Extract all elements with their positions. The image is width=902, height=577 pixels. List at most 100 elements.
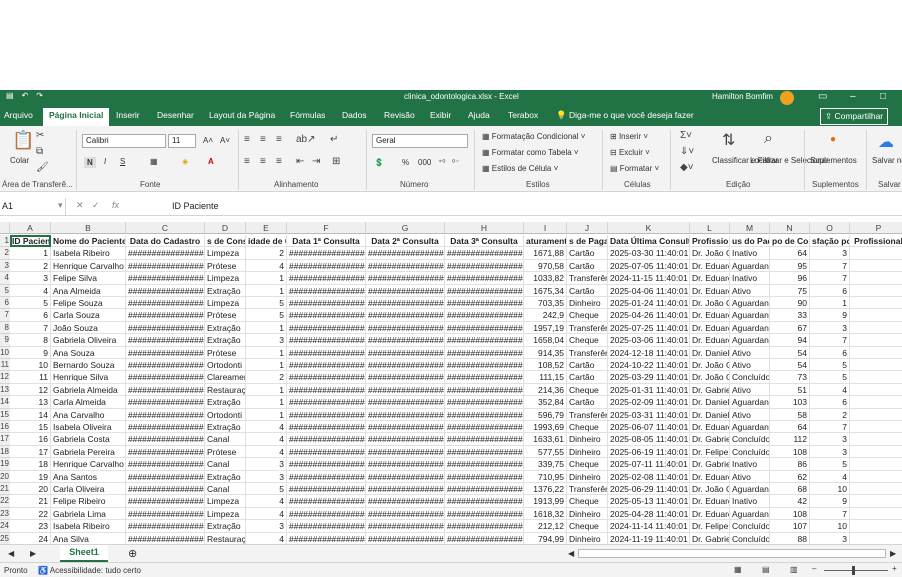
table-cell[interactable]: ################# [126, 396, 205, 409]
table-cell[interactable]: ################# [126, 483, 205, 496]
table-cell[interactable]: 6 [810, 346, 850, 359]
table-cell[interactable]: 112 [770, 433, 810, 446]
table-cell[interactable]: 7 [810, 507, 850, 521]
table-cell[interactable]: Inativo [730, 458, 770, 471]
table-cell[interactable]: Dr. Gabrie [690, 458, 730, 471]
table-cell[interactable]: Dr. Gabrie [690, 433, 730, 446]
column-header-d[interactable]: D [205, 222, 246, 234]
table-cell[interactable]: Ativo [730, 284, 770, 297]
column-header-a[interactable]: A [10, 222, 51, 234]
table-cell[interactable]: Ativo [730, 346, 770, 359]
fill-icon[interactable]: ⇓˅ [680, 146, 694, 157]
table-cell[interactable]: ################# [126, 284, 205, 297]
horizontal-scrollbar[interactable] [578, 549, 886, 558]
table-cell[interactable]: Cartão [567, 284, 608, 297]
italic-icon[interactable]: I [104, 157, 106, 166]
table-cell[interactable]: 1 [246, 272, 287, 285]
table-cell[interactable]: ################# [366, 284, 445, 297]
table-cell[interactable]: ################# [126, 408, 205, 421]
save-icon[interactable]: ▤ [6, 91, 14, 100]
zoom-slider[interactable] [824, 570, 888, 571]
table-cell[interactable]: 2 [246, 247, 287, 260]
row-header[interactable]: 22 [0, 495, 10, 508]
table-cell[interactable]: Ana Souza [51, 346, 126, 359]
table-cell[interactable]: Concluído [730, 445, 770, 459]
wrap-text-icon[interactable]: ↵ [330, 134, 338, 145]
table-cell[interactable]: Aguardan [730, 421, 770, 434]
table-cell[interactable]: 18 [10, 458, 51, 471]
add-sheet-icon[interactable]: ⊕ [128, 547, 137, 560]
table-cell[interactable]: 2025-03-30 11:40:01 [608, 247, 690, 260]
table-cell[interactable]: 64 [770, 421, 810, 434]
table-cell[interactable]: 1675,34 [524, 284, 567, 297]
table-cell[interactable]: 54 [770, 359, 810, 372]
insert-cells-button[interactable]: ⊞ Inserir ˅ [610, 132, 648, 141]
table-cell[interactable]: Limpeza [205, 495, 246, 508]
align-center-icon[interactable]: ≡ [260, 156, 266, 167]
table-cell[interactable]: Aguardan [730, 321, 770, 335]
table-cell[interactable]: ################# [445, 483, 524, 496]
table-cell[interactable]: ################# [366, 309, 445, 322]
avatar[interactable] [780, 91, 794, 105]
table-cell[interactable]: 7 [810, 421, 850, 434]
table-cell[interactable]: Concluído [730, 433, 770, 446]
table-cell[interactable]: 1 [246, 321, 287, 335]
conditional-formatting-button[interactable]: ▦ Formatação Condicional ˅ [482, 132, 585, 141]
table-cell[interactable]: 33 [770, 309, 810, 322]
table-cell[interactable]: 107 [770, 520, 810, 533]
table-cell[interactable]: 16 [10, 433, 51, 446]
table-cell[interactable] [850, 384, 902, 397]
table-cell[interactable] [850, 334, 902, 347]
table-cell[interactable] [850, 520, 902, 533]
table-cell[interactable]: ################# [287, 396, 366, 409]
header-cell[interactable]: idade de Co [246, 235, 287, 248]
table-cell[interactable]: Ortodonti [205, 359, 246, 372]
table-cell[interactable]: Extração [205, 284, 246, 297]
table-cell[interactable]: ################# [366, 359, 445, 372]
table-cell[interactable]: 710,95 [524, 470, 567, 483]
table-cell[interactable]: Aguardan [730, 259, 770, 273]
table-cell[interactable]: 2025-08-05 11:40:01 [608, 433, 690, 446]
table-cell[interactable]: 2025-07-11 11:40:01 [608, 458, 690, 471]
table-cell[interactable]: Felipe Silva [51, 272, 126, 285]
row-header[interactable]: 24 [0, 520, 10, 533]
prev-sheet-icon[interactable]: ◀ [8, 549, 14, 558]
table-cell[interactable]: ################# [366, 495, 445, 508]
table-cell[interactable]: Extração [205, 421, 246, 434]
table-cell[interactable]: Aguardan [730, 396, 770, 409]
table-cell[interactable]: Limpeza [205, 247, 246, 260]
table-cell[interactable]: 11 [10, 371, 51, 384]
table-cell[interactable]: ################# [126, 445, 205, 459]
table-cell[interactable] [850, 446, 902, 459]
table-cell[interactable]: 2025-03-06 11:40:01 [608, 334, 690, 347]
table-cell[interactable]: Extração [205, 396, 246, 409]
table-cell[interactable]: 2025-03-29 11:40:01 [608, 371, 690, 384]
clear-icon[interactable]: ◆˅ [680, 162, 694, 173]
table-cell[interactable]: 96 [770, 272, 810, 285]
row-header[interactable]: 15 [0, 408, 10, 421]
tab-formulas[interactable]: Fórmulas [290, 110, 325, 120]
table-cell[interactable]: Gabriela Costa [51, 433, 126, 446]
decrease-indent-icon[interactable]: ⇤ [296, 156, 304, 167]
format-painter-icon[interactable]: 🖌 [36, 162, 49, 173]
table-cell[interactable] [850, 396, 902, 409]
table-cell[interactable]: 51 [770, 383, 810, 397]
orientation-icon[interactable]: ab↗ [296, 134, 316, 145]
table-cell[interactable]: ################# [126, 495, 205, 508]
table-cell[interactable]: ################# [287, 421, 366, 434]
table-cell[interactable]: ################# [445, 309, 524, 322]
table-cell[interactable]: ################# [126, 346, 205, 359]
table-cell[interactable]: ################# [366, 433, 445, 446]
table-cell[interactable]: ################# [287, 408, 366, 421]
table-cell[interactable]: ################# [445, 247, 524, 260]
table-cell[interactable]: Prótese [205, 346, 246, 359]
header-cell[interactable]: Data Última Consulta [608, 235, 690, 248]
table-cell[interactable]: 1658,04 [524, 334, 567, 347]
table-cell[interactable]: 2025-07-25 11:40:01 [608, 321, 690, 335]
shrink-font-icon[interactable]: A˅ [220, 136, 230, 145]
row-header[interactable]: 16 [0, 421, 10, 434]
table-cell[interactable]: ################# [287, 359, 366, 372]
share-button[interactable]: ⇪ Compartilhar [820, 108, 889, 125]
table-cell[interactable]: ################# [366, 346, 445, 359]
table-cell[interactable]: 1671,88 [524, 247, 567, 260]
